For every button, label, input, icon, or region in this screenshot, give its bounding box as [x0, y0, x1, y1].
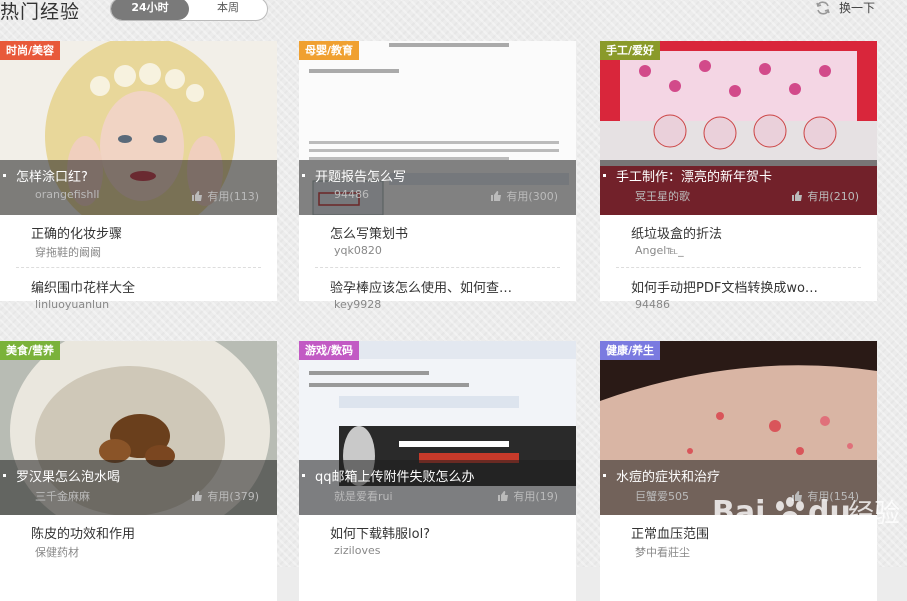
- useful-count: 有用(19): [497, 488, 558, 504]
- category-tag: 游戏/数码: [299, 341, 360, 360]
- item-author[interactable]: Angel℡_: [635, 244, 684, 257]
- useful-count: 有用(300): [490, 188, 558, 204]
- refresh-button[interactable]: 换一下: [815, 0, 875, 16]
- list-item[interactable]: 纸垃圾盒的折法 Angel℡_: [616, 215, 861, 268]
- tab-week[interactable]: 本周: [189, 0, 267, 20]
- baidu-jingyan-watermark: Bai du 经验 jingyan.baidu.com: [712, 495, 900, 543]
- feature-author[interactable]: 三千金麻麻: [35, 488, 90, 504]
- card-thumbnail[interactable]: 母婴/教育 开题报告怎么写 94486 有用(300): [299, 41, 576, 215]
- useful-count-text: 有用(300): [506, 190, 558, 203]
- item-title[interactable]: 验孕棒应该怎么使用、如何查…: [330, 277, 560, 296]
- header: 热门经验 24小时 本周 换一下: [0, 0, 907, 30]
- feature-overlay: 怎样涂口红? orangefishll 有用(113): [0, 160, 277, 215]
- watermark-brand: Bai: [712, 495, 765, 530]
- item-title[interactable]: 编织围巾花样大全: [31, 277, 261, 296]
- category-tag: 母婴/教育: [299, 41, 360, 60]
- item-author[interactable]: yqk0820: [334, 244, 382, 257]
- card-thumbnail[interactable]: 游戏/数码 qq邮箱上传附件失败怎么办 就是爱看rui 有用(19): [299, 341, 576, 515]
- item-title[interactable]: 怎么写策划书: [330, 223, 560, 242]
- watermark-url: jingyan.baidu.com: [727, 529, 839, 543]
- useful-count-text: 有用(113): [207, 190, 259, 203]
- feature-overlay: 开题报告怎么写 94486 有用(300): [299, 160, 576, 215]
- useful-count: 有用(379): [191, 488, 259, 504]
- item-title[interactable]: 纸垃圾盒的折法: [631, 223, 861, 242]
- item-author[interactable]: linluoyuanlun: [35, 298, 109, 311]
- item-author[interactable]: key9928: [334, 298, 381, 311]
- category-tag: 手工/爱好: [600, 41, 661, 60]
- category-tag: 健康/养生: [600, 341, 661, 360]
- tab-24h[interactable]: 24小时: [111, 0, 189, 20]
- list-item[interactable]: 验孕棒应该怎么使用、如何查… key9928: [315, 269, 560, 321]
- refresh-icon: [816, 0, 830, 15]
- item-title[interactable]: 正确的化妆步骤: [31, 223, 261, 242]
- feature-author[interactable]: 94486: [334, 188, 369, 201]
- experience-card: 母婴/教育 开题报告怎么写 94486 有用(300) 怎么写策划书 yqk08…: [299, 41, 576, 311]
- item-author[interactable]: 94486: [635, 298, 670, 311]
- feature-overlay: qq邮箱上传附件失败怎么办 就是爱看rui 有用(19): [299, 460, 576, 515]
- thumbs-up-icon: [792, 191, 803, 201]
- feature-overlay: 罗汉果怎么泡水喝 三千金麻麻 有用(379): [0, 460, 277, 515]
- useful-count-text: 有用(210): [807, 190, 859, 203]
- item-author[interactable]: 梦中看莊尘: [635, 544, 690, 560]
- useful-count-text: 有用(379): [207, 490, 259, 503]
- item-author[interactable]: ziziloves: [334, 544, 380, 557]
- list-item[interactable]: 正确的化妆步骤 穿拖鞋的阚阚: [16, 215, 261, 268]
- feature-author[interactable]: 巨蟹爱505: [635, 488, 689, 504]
- list-item[interactable]: 陈皮的功效和作用 保健药材: [16, 515, 261, 567]
- category-tag: 时尚/美容: [0, 41, 61, 60]
- feature-author[interactable]: 就是爱看rui: [334, 488, 393, 504]
- thumbs-up-icon: [192, 191, 203, 201]
- item-title[interactable]: 如何下载韩服lol?: [330, 523, 560, 542]
- feature-title[interactable]: 怎样涂口红?: [3, 166, 88, 185]
- feature-author[interactable]: 冥王星的歌: [635, 188, 690, 204]
- list-item[interactable]: 编织围巾花样大全 linluoyuanlun: [16, 269, 261, 321]
- section-title: 热门经验: [0, 1, 81, 23]
- useful-count: 有用(113): [191, 188, 259, 204]
- useful-count-text: 有用(19): [513, 490, 558, 503]
- card-thumbnail[interactable]: 美食/营养 罗汉果怎么泡水喝 三千金麻麻 有用(379): [0, 341, 277, 515]
- feature-title[interactable]: 开题报告怎么写: [301, 166, 406, 185]
- thumbs-up-icon: [498, 491, 509, 501]
- experience-card: 手工/爱好 手工制作：漂亮的新年贺卡 冥王星的歌 有用(210) 纸垃圾盒的折法…: [600, 41, 877, 311]
- item-title[interactable]: 如何手动把PDF文档转换成wo…: [631, 277, 861, 296]
- feature-title[interactable]: 罗汉果怎么泡水喝: [2, 466, 120, 485]
- feature-title[interactable]: qq邮箱上传附件失败怎么办: [302, 466, 475, 485]
- experience-card: 游戏/数码 qq邮箱上传附件失败怎么办 就是爱看rui 有用(19) 如何下载韩…: [299, 341, 576, 601]
- watermark-brand-2: du: [808, 495, 851, 530]
- useful-count: 有用(210): [791, 188, 859, 204]
- thumbs-up-icon: [192, 491, 203, 501]
- item-author[interactable]: 穿拖鞋的阚阚: [35, 244, 101, 260]
- card-thumbnail[interactable]: 时尚/美容 怎样涂口红? orangefishll 有用(113): [0, 41, 277, 215]
- item-title[interactable]: 陈皮的功效和作用: [31, 523, 261, 542]
- feature-overlay: 手工制作：漂亮的新年贺卡 冥王星的歌 有用(210): [600, 160, 877, 215]
- card-thumbnail[interactable]: 手工/爱好 手工制作：漂亮的新年贺卡 冥王星的歌 有用(210): [600, 41, 877, 215]
- watermark-suffix: 经验: [848, 499, 900, 529]
- feature-title[interactable]: 手工制作：漂亮的新年贺卡: [602, 166, 772, 185]
- category-tag: 美食/营养: [0, 341, 61, 360]
- list-item[interactable]: 如何下载韩服lol? ziziloves: [315, 515, 560, 567]
- feature-author[interactable]: orangefishll: [35, 188, 99, 201]
- paw-icon: [776, 497, 804, 525]
- experience-card: 美食/营养 罗汉果怎么泡水喝 三千金麻麻 有用(379) 陈皮的功效和作用 保健…: [0, 341, 277, 601]
- refresh-label: 换一下: [839, 1, 876, 15]
- item-author[interactable]: 保健药材: [35, 544, 79, 560]
- experience-card: 时尚/美容 怎样涂口红? orangefishll 有用(113) 正确的化妆步…: [0, 41, 277, 311]
- list-item[interactable]: 怎么写策划书 yqk0820: [315, 215, 560, 268]
- thumbs-up-icon: [491, 191, 502, 201]
- list-item[interactable]: 如何手动把PDF文档转换成wo… 94486: [616, 269, 861, 321]
- time-range-tabs: 24小时 本周: [110, 0, 268, 21]
